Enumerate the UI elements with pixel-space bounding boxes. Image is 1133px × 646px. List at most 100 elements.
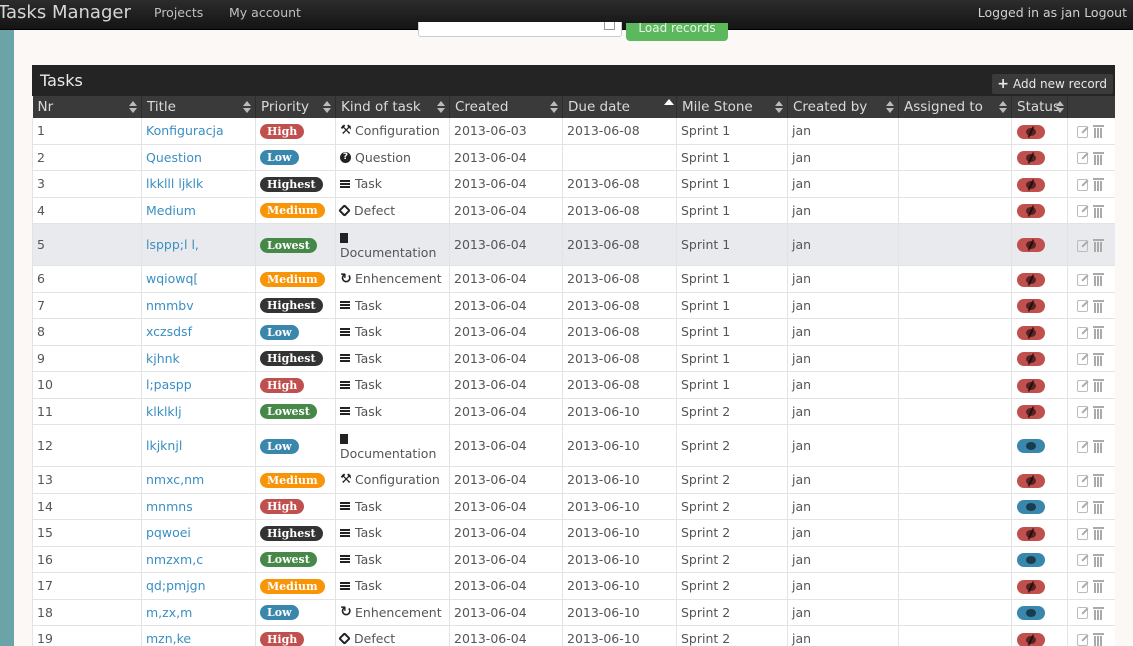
delete-icon[interactable] (1093, 379, 1104, 393)
task-title-link[interactable]: kjhnk (146, 351, 180, 366)
table-row[interactable]: 4 Medium Medium Defect 2013-06-04 2013-06-08 S… (32, 197, 1115, 224)
edit-icon[interactable] (1077, 474, 1088, 487)
edit-icon[interactable] (1077, 580, 1088, 593)
edit-icon[interactable] (1077, 607, 1088, 620)
sort-icon[interactable] (243, 101, 251, 113)
status-eye-icon[interactable] (1017, 553, 1045, 567)
delete-icon[interactable] (1093, 527, 1104, 541)
sort-icon[interactable] (999, 101, 1007, 113)
task-title-link[interactable]: nmmbv (146, 298, 194, 313)
delete-icon[interactable] (1093, 204, 1104, 218)
task-title-link[interactable]: nmzxm,c (146, 552, 203, 567)
table-row[interactable]: 9 kjhnk Highest Task 2013-06-04 2013-06-08 Spr… (32, 345, 1115, 372)
table-row[interactable]: 11 klklklj Lowest Task 2013-06-04 2013-06-10 S… (32, 398, 1115, 425)
delete-icon[interactable] (1093, 440, 1104, 453)
status-eye-closed-icon[interactable] (1017, 151, 1045, 165)
load-records-button[interactable]: Load records (626, 23, 728, 41)
sort-icon[interactable] (886, 101, 894, 113)
column-header-due-date[interactable]: Due date (562, 96, 677, 118)
task-title-link[interactable]: lkklll ljklk (146, 176, 203, 191)
table-row[interactable]: 5 lsppp;l l, Lowest Documentation 2013-06-04… (32, 223, 1115, 266)
task-title-link[interactable]: mnmns (146, 499, 193, 514)
status-eye-icon[interactable] (1017, 606, 1045, 620)
status-eye-icon[interactable] (1017, 439, 1045, 454)
status-eye-closed-icon[interactable] (1017, 352, 1045, 366)
status-eye-closed-icon[interactable] (1017, 579, 1045, 594)
task-title-link[interactable]: klklklj (146, 404, 182, 419)
table-row[interactable]: 2 Question Low? Question 2013-06-04 Sprint 1j… (32, 144, 1115, 171)
table-row[interactable]: 13 nmxc,nm Medium ⚒ Configuration 2013-06-04 2… (32, 466, 1115, 494)
task-title-link[interactable]: m,zx,m (146, 605, 192, 620)
status-eye-closed-icon[interactable] (1017, 238, 1045, 253)
edit-icon[interactable] (1077, 379, 1088, 392)
sort-icon[interactable] (550, 101, 558, 113)
table-row[interactable]: 15 pqwoei Highest Task 2013-06-04 2013-06-10 S… (32, 519, 1115, 547)
table-row[interactable]: 10 l;paspp High Task 2013-06-04 2013-06-08 Spr… (32, 371, 1115, 399)
table-row[interactable]: 6 wqiowq[Medium ↻ Enhencement 2013-06-04 2013… (32, 265, 1115, 293)
status-eye-closed-icon[interactable] (1017, 299, 1045, 313)
logout-link[interactable]: Logout (1084, 5, 1127, 20)
status-eye-closed-icon[interactable] (1017, 378, 1045, 393)
status-eye-closed-icon[interactable] (1017, 526, 1045, 541)
edit-icon[interactable] (1077, 125, 1088, 138)
column-header-created-by[interactable]: Created by (787, 96, 899, 118)
delete-icon[interactable] (1093, 239, 1104, 252)
status-eye-icon[interactable] (1017, 500, 1045, 514)
column-header-priority[interactable]: Priority (255, 96, 336, 118)
task-title-link[interactable]: nmxc,nm (146, 472, 204, 487)
task-title-link[interactable]: lkjknjl (146, 438, 182, 453)
delete-icon[interactable] (1093, 405, 1104, 419)
status-eye-closed-icon[interactable] (1017, 272, 1045, 287)
column-header-nr[interactable]: Nr (32, 96, 142, 118)
filter-select[interactable] (418, 22, 622, 37)
table-row[interactable]: 18 m,zx,m Low ↻ Enhencement 2013-06-04 2013-06… (32, 599, 1115, 626)
delete-icon[interactable] (1093, 125, 1104, 139)
sort-icon[interactable] (437, 101, 445, 113)
sort-ascending-icon[interactable] (664, 99, 674, 111)
edit-icon[interactable] (1077, 353, 1088, 366)
status-eye-closed-icon[interactable] (1017, 405, 1045, 419)
sort-icon[interactable] (323, 101, 331, 113)
delete-icon[interactable] (1093, 273, 1104, 287)
task-title-link[interactable]: qd;pmjgn (146, 578, 206, 593)
table-row[interactable]: 1 Konfiguracja High ⚒ Configuration 2013-06-0… (32, 118, 1115, 145)
delete-icon[interactable] (1093, 178, 1104, 192)
task-title-link[interactable]: lsppp;l l, (146, 237, 199, 252)
delete-icon[interactable] (1093, 606, 1104, 620)
column-header-kind-of-task[interactable]: Kind of task (335, 96, 450, 118)
table-row[interactable]: 12 lkjknjl Low Documentation 2013-06-04 2013-… (32, 424, 1115, 467)
brand[interactable]: Tasks Manager (0, 2, 131, 23)
task-title-link[interactable]: Question (146, 150, 202, 165)
column-header-mile-stone[interactable]: Mile Stone (676, 96, 788, 118)
task-title-link[interactable]: Medium (146, 203, 196, 218)
table-row[interactable]: 3 lkklll ljklk Highest Task 2013-06-04 2013-0… (32, 170, 1115, 198)
sort-icon[interactable] (129, 101, 137, 113)
nav-my-account[interactable]: My account (229, 5, 301, 20)
column-header-title[interactable]: Title (141, 96, 256, 118)
delete-icon[interactable] (1093, 553, 1104, 567)
delete-icon[interactable] (1093, 474, 1104, 488)
status-eye-closed-icon[interactable] (1017, 325, 1045, 340)
edit-icon[interactable] (1077, 273, 1088, 286)
status-eye-closed-icon[interactable] (1017, 204, 1045, 218)
delete-icon[interactable] (1093, 352, 1104, 366)
delete-icon[interactable] (1093, 580, 1104, 594)
edit-icon[interactable] (1077, 406, 1088, 419)
table-row[interactable]: 16 nmzxm,c Lowest Task 2013-06-04 2013-06-10 S… (32, 546, 1115, 573)
column-header-assigned-to[interactable]: Assigned to (898, 96, 1012, 118)
edit-icon[interactable] (1077, 527, 1088, 540)
delete-icon[interactable] (1093, 151, 1104, 165)
status-eye-closed-icon[interactable] (1017, 124, 1045, 139)
nav-projects[interactable]: Projects (154, 5, 203, 20)
delete-icon[interactable] (1093, 500, 1104, 514)
table-row[interactable]: 17 qd;pmjgn Medium Task 2013-06-04 2013-06-10… (32, 572, 1115, 600)
task-title-link[interactable]: xczsdsf (146, 324, 192, 339)
column-header-created[interactable]: Created (449, 96, 563, 118)
task-title-link[interactable]: Konfiguracja (146, 123, 224, 138)
column-header-status[interactable]: Status (1011, 96, 1068, 118)
task-title-link[interactable]: mzn,ke (146, 631, 191, 646)
task-title-link[interactable]: pqwoei (146, 525, 191, 540)
status-eye-closed-icon[interactable] (1017, 177, 1045, 192)
edit-icon[interactable] (1077, 633, 1088, 646)
delete-icon[interactable] (1093, 299, 1104, 313)
